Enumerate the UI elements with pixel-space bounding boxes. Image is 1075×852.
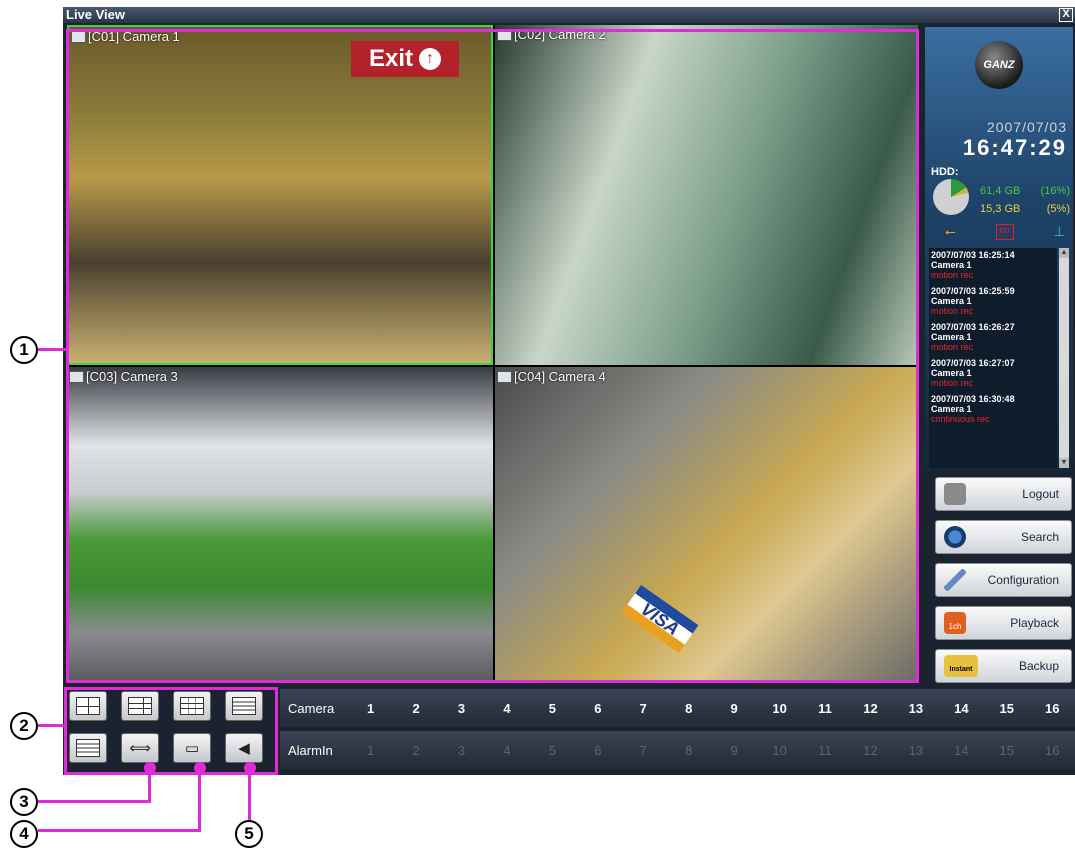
scroll-up-icon[interactable]: ▲ bbox=[1059, 248, 1069, 258]
camera-channel-button[interactable]: 4 bbox=[484, 701, 529, 716]
device-icons: ⭠ oo ⊥ bbox=[945, 224, 1065, 240]
log-entry: 2007/07/03 16:30:48 Camera 1 continuous re… bbox=[931, 394, 1015, 424]
alarm-channel-indicator: 6 bbox=[594, 742, 602, 758]
lock-icon bbox=[944, 483, 966, 505]
camera-channel-button[interactable]: 9 bbox=[711, 701, 756, 716]
network-icon: ⊥ bbox=[1053, 224, 1065, 239]
callout-4: 4 bbox=[10, 820, 38, 848]
callout-3: 3 bbox=[10, 788, 38, 816]
search-button[interactable]: Search bbox=[935, 520, 1072, 554]
hdd-row: 15,3 GB (5%) bbox=[980, 203, 1070, 215]
usb-icon: ⭠ bbox=[945, 224, 956, 239]
alarm-channel-indicator: 10 bbox=[772, 742, 787, 758]
camera-row-label: Camera bbox=[288, 700, 335, 716]
camera-channel-button[interactable]: 2 bbox=[393, 701, 438, 716]
hdd-label: HDD: bbox=[931, 166, 959, 178]
alarm-channel-indicator: 2 bbox=[412, 742, 420, 758]
camera-channel-button[interactable]: 8 bbox=[666, 701, 711, 716]
configuration-button[interactable]: Configuration bbox=[935, 563, 1072, 597]
camera-channel-button[interactable]: 7 bbox=[621, 701, 666, 716]
channel-bar: Camera 1 2 3 4 5 6 7 8 9 10 11 12 13 14 … bbox=[280, 687, 1075, 773]
window-title: Live View bbox=[66, 7, 126, 22]
hdd-pie-chart bbox=[933, 179, 969, 215]
alarm-channel-indicator: 14 bbox=[954, 742, 969, 758]
backup-icon: Instant bbox=[944, 655, 978, 677]
logout-button[interactable]: Logout bbox=[935, 477, 1072, 511]
camera-channel-button[interactable]: 10 bbox=[757, 701, 802, 716]
callout-5: 5 bbox=[235, 820, 263, 848]
camera-channel-button[interactable]: 14 bbox=[939, 701, 984, 716]
backup-button[interactable]: Instant Backup bbox=[935, 649, 1072, 683]
camera-channel-button[interactable]: 1 bbox=[348, 701, 393, 716]
alarm-channel-indicator: 11 bbox=[818, 742, 832, 758]
camera-channel-row: Camera 1 2 3 4 5 6 7 8 9 10 11 12 13 14 … bbox=[280, 689, 1075, 727]
camera-channel-button[interactable]: 3 bbox=[439, 701, 484, 716]
current-date: 2007/07/03 bbox=[986, 119, 1067, 135]
hdd-row: 61,4 GB (16%) bbox=[980, 185, 1070, 197]
camera-channel-button[interactable]: 16 bbox=[1029, 701, 1074, 716]
close-icon[interactable]: X bbox=[1059, 8, 1073, 22]
camera-channel-button[interactable]: 15 bbox=[984, 701, 1029, 716]
current-time: 16:47:29 bbox=[962, 135, 1067, 160]
callout-highlight-video bbox=[66, 29, 919, 683]
camera-channel-button[interactable]: 13 bbox=[893, 701, 938, 716]
playback-button[interactable]: 1ch Playback bbox=[935, 606, 1072, 640]
alarm-channel-indicator: 13 bbox=[908, 742, 924, 758]
alarm-channel-indicator: 4 bbox=[503, 742, 511, 758]
camera-channel-button[interactable]: 6 bbox=[575, 701, 620, 716]
alarm-channel-indicator: 5 bbox=[548, 742, 556, 758]
callout-1: 1 bbox=[10, 336, 38, 364]
scroll-down-icon[interactable]: ▼ bbox=[1059, 458, 1069, 468]
log-entry: 2007/07/03 16:26:27 Camera 1 motion rec bbox=[931, 322, 1015, 352]
camera-channel-button[interactable]: 12 bbox=[848, 701, 893, 716]
callout-2: 2 bbox=[10, 712, 38, 740]
wrench-icon bbox=[944, 569, 966, 591]
alarm-channel-indicator: 9 bbox=[730, 742, 738, 758]
alarm-channel-indicator: 12 bbox=[863, 742, 878, 758]
log-entry: 2007/07/03 16:27:07 Camera 1 motion rec bbox=[931, 358, 1015, 388]
log-entry: 2007/07/03 16:25:14 Camera 1 motion rec bbox=[931, 250, 1015, 280]
log-scrollbar[interactable]: ▲ ▼ bbox=[1059, 248, 1069, 468]
callout-highlight-layout bbox=[64, 687, 278, 775]
alarm-channel-row: AlarmIn 1 2 3 4 5 6 7 8 9 10 11 12 13 14… bbox=[280, 731, 1075, 769]
alarm-channel-indicator: 1 bbox=[367, 742, 375, 758]
alarm-channel-indicator: 7 bbox=[639, 742, 647, 758]
magnifier-icon bbox=[944, 526, 966, 548]
log-entry: 2007/07/03 16:25:59 Camera 1 motion rec bbox=[931, 286, 1015, 316]
camera-channel-button[interactable]: 11 bbox=[802, 701, 847, 716]
alarm-channel-indicator: 15 bbox=[999, 742, 1014, 758]
alarm-channel-indicator: 3 bbox=[457, 742, 466, 758]
alarm-channel-indicator: 16 bbox=[1044, 742, 1060, 758]
tape-icon: oo bbox=[995, 224, 1014, 240]
playback-icon: 1ch bbox=[944, 612, 966, 634]
title-bar: Live View X bbox=[63, 7, 1075, 23]
ganz-logo: GANZ bbox=[975, 41, 1023, 89]
alarm-channel-indicator: 8 bbox=[685, 742, 693, 758]
status-panel: GANZ 2007/07/03 16:47:29 HDD: 61,4 GB (16… bbox=[925, 27, 1073, 471]
event-log: 2007/07/03 16:25:14 Camera 1 motion rec 20… bbox=[929, 248, 1057, 468]
alarm-row-label: AlarmIn bbox=[288, 742, 333, 758]
camera-channel-button[interactable]: 5 bbox=[530, 701, 575, 716]
